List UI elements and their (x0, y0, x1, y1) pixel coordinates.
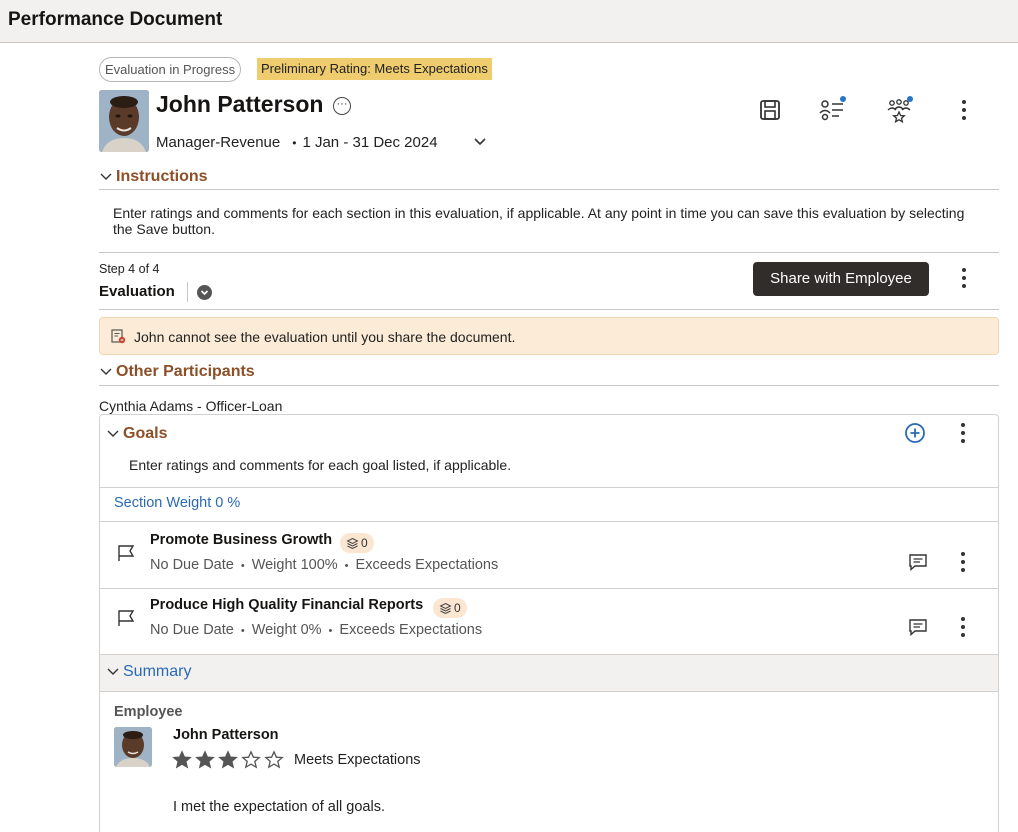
save-icon[interactable] (755, 95, 785, 125)
instructions-text: Enter ratings and comments for each sect… (113, 205, 965, 237)
divider (100, 487, 998, 488)
add-goal-icon[interactable] (904, 422, 926, 444)
status-pill: Evaluation in Progress (99, 57, 242, 82)
step-label: Step 4 of 4 (99, 262, 160, 276)
section-weight-link[interactable]: Section Weight 0 % (114, 495, 240, 511)
job-title: Manager-Revenue (156, 134, 281, 151)
job-line: Manager-Revenue • 1 Jan - 31 Dec 2024 (156, 134, 438, 151)
employee-name: John Patterson (173, 727, 279, 743)
divider (100, 588, 998, 589)
chevron-down-icon (100, 173, 112, 180)
goals-description: Enter ratings and comments for each goal… (129, 457, 512, 473)
step-dropdown-icon[interactable] (197, 285, 212, 300)
team-rating-icon[interactable] (884, 95, 914, 125)
instructions-title: Instructions (116, 168, 208, 185)
divider (99, 385, 999, 386)
comment-icon[interactable] (908, 617, 928, 637)
period: 1 Jan - 31 Dec 2024 (302, 134, 438, 151)
star-empty-icon (241, 750, 261, 769)
divider (99, 309, 999, 310)
instructions-header[interactable]: Instructions (99, 165, 208, 189)
more-icon[interactable] (954, 97, 974, 123)
layers-icon (346, 537, 359, 549)
more-horizontal-icon[interactable]: ··· (333, 97, 351, 115)
chevron-down-icon (107, 430, 119, 437)
employee-label: Employee (114, 704, 183, 720)
chevron-down-icon[interactable] (471, 133, 489, 151)
goal-count-badge: 0 (340, 533, 374, 553)
star-filled-icon (172, 750, 192, 769)
notification-dot (840, 96, 846, 102)
divider (99, 252, 999, 253)
divider (187, 282, 188, 302)
flag-icon (116, 608, 136, 628)
summary-header[interactable]: Summary (106, 663, 191, 681)
summary-section: Summary (100, 654, 998, 692)
notice-text: John cannot see the evaluation until you… (134, 329, 516, 345)
document-warning-icon (111, 329, 126, 344)
checklist-icon[interactable] (817, 95, 847, 125)
employee-comment: I met the expectation of all goals. (173, 799, 385, 815)
comment-icon[interactable] (908, 552, 928, 572)
star-filled-icon (195, 750, 215, 769)
star-empty-icon (264, 750, 284, 769)
goals-title: Goals (123, 425, 168, 442)
divider (99, 189, 999, 190)
step-name: Evaluation (99, 283, 175, 300)
other-participants-title: Other Participants (116, 363, 255, 380)
page-title: Performance Document (8, 9, 223, 30)
share-with-employee-button[interactable]: Share with Employee (753, 262, 929, 296)
chevron-down-icon (107, 668, 119, 675)
person-name: John Patterson (156, 91, 324, 117)
goal-meta: No Due Date • Weight 0% • Exceeds Expectatio… (150, 622, 483, 638)
more-icon[interactable] (954, 265, 974, 291)
summary-title: Summary (123, 663, 192, 680)
rating-pill: Preliminary Rating: Meets Expectations (257, 58, 492, 80)
rating-text: Meets Expectations (294, 752, 421, 768)
goal-count-badge: 0 (433, 598, 467, 618)
star-filled-icon (218, 750, 238, 769)
more-icon[interactable] (953, 549, 973, 575)
visibility-notice: John cannot see the evaluation until you… (99, 317, 999, 355)
avatar (114, 727, 152, 767)
more-icon[interactable] (953, 420, 973, 446)
participant-name: Cynthia Adams - Officer-Loan (99, 398, 283, 414)
goal-meta: No Due Date • Weight 100% • Exceeds Expectat… (150, 557, 499, 573)
avatar (99, 90, 149, 152)
goal-title[interactable]: Produce High Quality Financial Reports (150, 597, 423, 613)
goals-header[interactable]: Goals (106, 422, 167, 446)
notification-dot (907, 96, 913, 102)
other-participants-header[interactable]: Other Participants (99, 360, 255, 384)
flag-icon (116, 543, 136, 563)
layers-icon (439, 602, 452, 614)
divider (100, 521, 998, 522)
top-bar: Performance Document (0, 0, 1018, 43)
more-icon[interactable] (953, 614, 973, 640)
chevron-down-icon (100, 368, 112, 375)
star-rating (172, 750, 284, 770)
goal-title[interactable]: Promote Business Growth (150, 532, 332, 548)
